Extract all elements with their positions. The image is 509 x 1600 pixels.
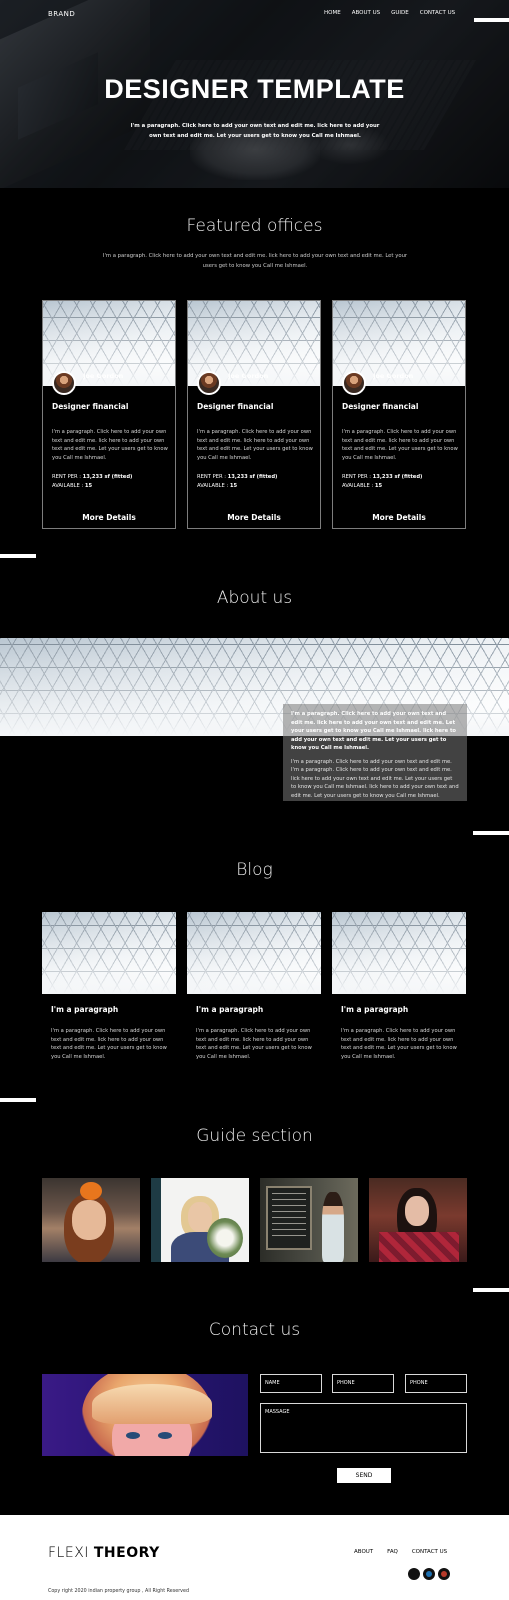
guide-photo[interactable] [151,1178,249,1262]
more-details-button[interactable]: More Details [188,513,320,522]
footer-logo[interactable]: FLEXI THEORY [48,1545,160,1561]
social-icons [408,1568,450,1580]
contact-title: Contact us [208,1320,301,1340]
footer-link-contact[interactable]: CONTACT US [412,1549,447,1555]
social-icon[interactable] [423,1568,435,1580]
blog-image[interactable] [187,912,321,994]
phone-field-2[interactable]: PHONE [405,1374,467,1393]
footer-links: ABOUT FAQ CONTACT US [354,1549,447,1555]
name-field[interactable]: NAME [260,1374,322,1393]
send-button[interactable]: SEND [337,1468,391,1483]
guide-title: Guide section [196,1126,313,1146]
hero-title: DESIGNER TEMPLATE [104,74,405,104]
hero-banner: BRAND HOME ABOUT US GUIDE CONTACT US DES… [0,0,509,188]
avatar [197,371,221,395]
footer-link-about[interactable]: ABOUT [354,1549,373,1555]
blog-post: I'm a paragraph I'm a paragraph. Click h… [332,912,466,1072]
agent-name: Joe Gordon [373,372,414,380]
featured-intro: I'm a paragraph. Click here to add your … [102,253,408,269]
nav-link-guide[interactable]: GUIDE [391,10,409,16]
blog-post-body: I'm a paragraph. Click here to add your … [51,1028,167,1060]
office-card: Joe Gordon Designer financial I'm a para… [42,300,176,529]
office-rent-info: RENT PER : 13,233 sf (fitted) AVAILABLE … [197,474,278,489]
office-role: Designer financial [52,402,129,411]
avatar [342,371,366,395]
office-card: Joe Gordon Designer financial I'm a para… [332,300,466,529]
more-details-button[interactable]: More Details [43,513,175,522]
blog-post: I'm a paragraph I'm a paragraph. Click h… [187,912,321,1072]
office-role: Designer financial [342,402,419,411]
about-paragraph: I'm a paragraph. Click here to add your … [291,758,459,799]
blog-title: Blog [236,860,273,880]
social-icon[interactable] [408,1568,420,1580]
copyright: Copy right 2020 indian property group , … [48,1589,189,1594]
blog-post-body: I'm a paragraph. Click here to add your … [341,1028,457,1060]
nav-link-home[interactable]: HOME [324,10,341,16]
blog-post-title[interactable]: I'm a paragraph [341,1005,408,1014]
nav-brand[interactable]: BRAND [48,10,75,18]
blog-post-body: I'm a paragraph. Click here to add your … [196,1028,312,1060]
deco-bar [473,831,509,835]
deco-bar [474,18,509,22]
about-title: About us [216,588,293,608]
about-text-box: I'm a paragraph. Click here to add your … [283,704,467,801]
nav-link-about[interactable]: ABOUT US [352,10,380,16]
agent-name: Joe Gordon [228,372,269,380]
office-description: I'm a paragraph. Click here to add your … [342,429,458,461]
phone-field[interactable]: PHONE [332,1374,394,1393]
blog-post-title[interactable]: I'm a paragraph [51,1005,118,1014]
deco-bar [0,1098,36,1102]
guide-photo[interactable] [260,1178,358,1262]
nav-links: HOME ABOUT US GUIDE CONTACT US [324,10,455,16]
featured-title: Featured offices [186,216,323,236]
office-card: Joe Gordon Designer financial I'm a para… [187,300,321,529]
about-paragraph: I'm a paragraph. Click here to add your … [291,711,456,751]
office-role: Designer financial [197,402,274,411]
office-description: I'm a paragraph. Click here to add your … [197,429,313,461]
blog-image[interactable] [332,912,466,994]
footer-link-faq[interactable]: FAQ [387,1549,398,1555]
message-field[interactable]: MASSAGE [260,1403,467,1453]
avatar [52,371,76,395]
blog-image[interactable] [42,912,176,994]
blog-post-title[interactable]: I'm a paragraph [196,1005,263,1014]
footer: FLEXI THEORY ABOUT FAQ CONTACT US Copy r… [0,1515,509,1600]
blog-post: I'm a paragraph I'm a paragraph. Click h… [42,912,176,1072]
office-rent-info: RENT PER : 13,233 sf (fitted) AVAILABLE … [52,474,133,489]
deco-bar [0,554,36,558]
office-rent-info: RENT PER : 13,233 sf (fitted) AVAILABLE … [342,474,423,489]
hero-subtitle: I'm a paragraph. Click here to add your … [130,123,380,139]
guide-photo[interactable] [369,1178,467,1262]
deco-bar [473,1288,509,1292]
office-description: I'm a paragraph. Click here to add your … [52,429,168,461]
guide-photo[interactable] [42,1178,140,1262]
agent-name: Joe Gordon [83,372,124,380]
social-icon[interactable] [438,1568,450,1580]
contact-image [42,1374,248,1456]
more-details-button[interactable]: More Details [333,513,465,522]
nav-link-contact[interactable]: CONTACT US [420,10,455,16]
